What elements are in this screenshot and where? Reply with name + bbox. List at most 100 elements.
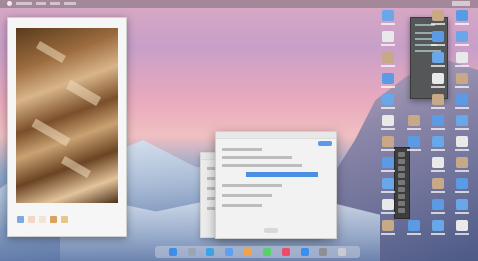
dialog-title[interactable] xyxy=(216,132,336,139)
document-icon[interactable] xyxy=(382,31,394,42)
folder-icon[interactable] xyxy=(382,10,394,21)
tool-icon[interactable] xyxy=(398,208,405,213)
icon-label xyxy=(381,233,395,235)
image-icon[interactable] xyxy=(456,73,468,84)
color-swatch[interactable] xyxy=(39,216,46,223)
image-icon[interactable] xyxy=(432,10,444,21)
folder-icon[interactable] xyxy=(382,94,394,105)
icon-label xyxy=(381,128,395,130)
menubar-clock[interactable] xyxy=(452,1,470,6)
tool-icon[interactable] xyxy=(398,194,405,199)
tool-icon[interactable] xyxy=(398,159,405,164)
color-swatches xyxy=(17,216,68,223)
icon-label xyxy=(431,233,445,235)
document-icon[interactable] xyxy=(382,199,394,210)
document-icon[interactable] xyxy=(432,157,444,168)
appstore-icon[interactable] xyxy=(300,248,309,256)
icon-label xyxy=(381,65,395,67)
tool-icon[interactable] xyxy=(398,187,405,192)
folder-icon[interactable] xyxy=(382,178,394,189)
icon-label xyxy=(455,170,469,172)
folder-icon[interactable] xyxy=(456,115,468,126)
trash-icon[interactable] xyxy=(338,248,347,256)
image-viewer-window[interactable] xyxy=(7,17,127,237)
icon-label xyxy=(431,65,445,67)
color-swatch[interactable] xyxy=(28,216,35,223)
menu-item[interactable] xyxy=(50,2,60,5)
icon-label xyxy=(381,170,395,172)
image-icon[interactable] xyxy=(432,178,444,189)
folder-icon[interactable] xyxy=(382,73,394,84)
tool-icon[interactable] xyxy=(398,180,405,185)
icon-label xyxy=(455,212,469,214)
tool-icon[interactable] xyxy=(398,152,405,157)
document-icon[interactable] xyxy=(456,52,468,63)
icon-label xyxy=(381,107,395,109)
menu-item[interactable] xyxy=(16,2,32,5)
folder-icon[interactable] xyxy=(456,31,468,42)
folder-icon[interactable] xyxy=(456,10,468,21)
icon-label xyxy=(431,212,445,214)
options-dialog[interactable] xyxy=(215,131,337,239)
safari-icon[interactable] xyxy=(206,248,215,256)
folder-icon[interactable] xyxy=(432,199,444,210)
icon-label xyxy=(381,191,395,193)
folder-icon[interactable] xyxy=(432,115,444,126)
text-line xyxy=(222,184,282,187)
folder-icon[interactable] xyxy=(456,94,468,105)
confirm-button[interactable] xyxy=(318,141,332,146)
cancel-button[interactable] xyxy=(264,228,278,233)
color-swatch[interactable] xyxy=(61,216,68,223)
icon-label xyxy=(431,191,445,193)
folder-icon[interactable] xyxy=(432,52,444,63)
music-icon[interactable] xyxy=(281,248,290,256)
selected-row[interactable] xyxy=(246,172,318,177)
icon-label xyxy=(455,23,469,25)
folder-icon[interactable] xyxy=(408,136,420,147)
image-icon[interactable] xyxy=(382,52,394,63)
menu-item[interactable] xyxy=(36,2,46,5)
apple-icon[interactable] xyxy=(7,1,12,6)
folder-icon[interactable] xyxy=(382,157,394,168)
artwork-image xyxy=(16,28,118,203)
document-icon[interactable] xyxy=(432,73,444,84)
photos-icon[interactable] xyxy=(244,248,253,256)
folder-icon[interactable] xyxy=(456,178,468,189)
icon-label xyxy=(407,149,421,151)
launchpad-icon[interactable] xyxy=(187,248,196,256)
image-icon[interactable] xyxy=(382,220,394,231)
tool-icon[interactable] xyxy=(398,166,405,171)
document-icon[interactable] xyxy=(456,220,468,231)
settings-icon[interactable] xyxy=(319,248,328,256)
icon-label xyxy=(431,23,445,25)
tool-icon[interactable] xyxy=(398,173,405,178)
icon-label xyxy=(431,149,445,151)
text-line xyxy=(222,204,262,207)
messages-icon[interactable] xyxy=(262,248,271,256)
mail-icon[interactable] xyxy=(225,248,234,256)
folder-icon[interactable] xyxy=(456,199,468,210)
finder-icon[interactable] xyxy=(168,248,177,256)
folder-icon[interactable] xyxy=(432,136,444,147)
tool-icon[interactable] xyxy=(398,201,405,206)
folder-icon[interactable] xyxy=(408,220,420,231)
icon-label xyxy=(431,107,445,109)
color-swatch[interactable] xyxy=(50,216,57,223)
menu-bar xyxy=(0,0,478,8)
image-icon[interactable] xyxy=(382,136,394,147)
image-icon[interactable] xyxy=(432,94,444,105)
text-line xyxy=(222,164,302,167)
image-icon[interactable] xyxy=(408,115,420,126)
folder-icon[interactable] xyxy=(432,31,444,42)
color-swatch[interactable] xyxy=(17,216,24,223)
menu-item[interactable] xyxy=(64,2,76,5)
icon-label xyxy=(455,65,469,67)
image-icon[interactable] xyxy=(456,157,468,168)
icon-label xyxy=(455,107,469,109)
tool-palette[interactable] xyxy=(394,147,410,219)
folder-icon[interactable] xyxy=(432,220,444,231)
icon-label xyxy=(455,44,469,46)
document-icon[interactable] xyxy=(456,136,468,147)
document-icon[interactable] xyxy=(382,115,394,126)
dock xyxy=(155,246,360,258)
